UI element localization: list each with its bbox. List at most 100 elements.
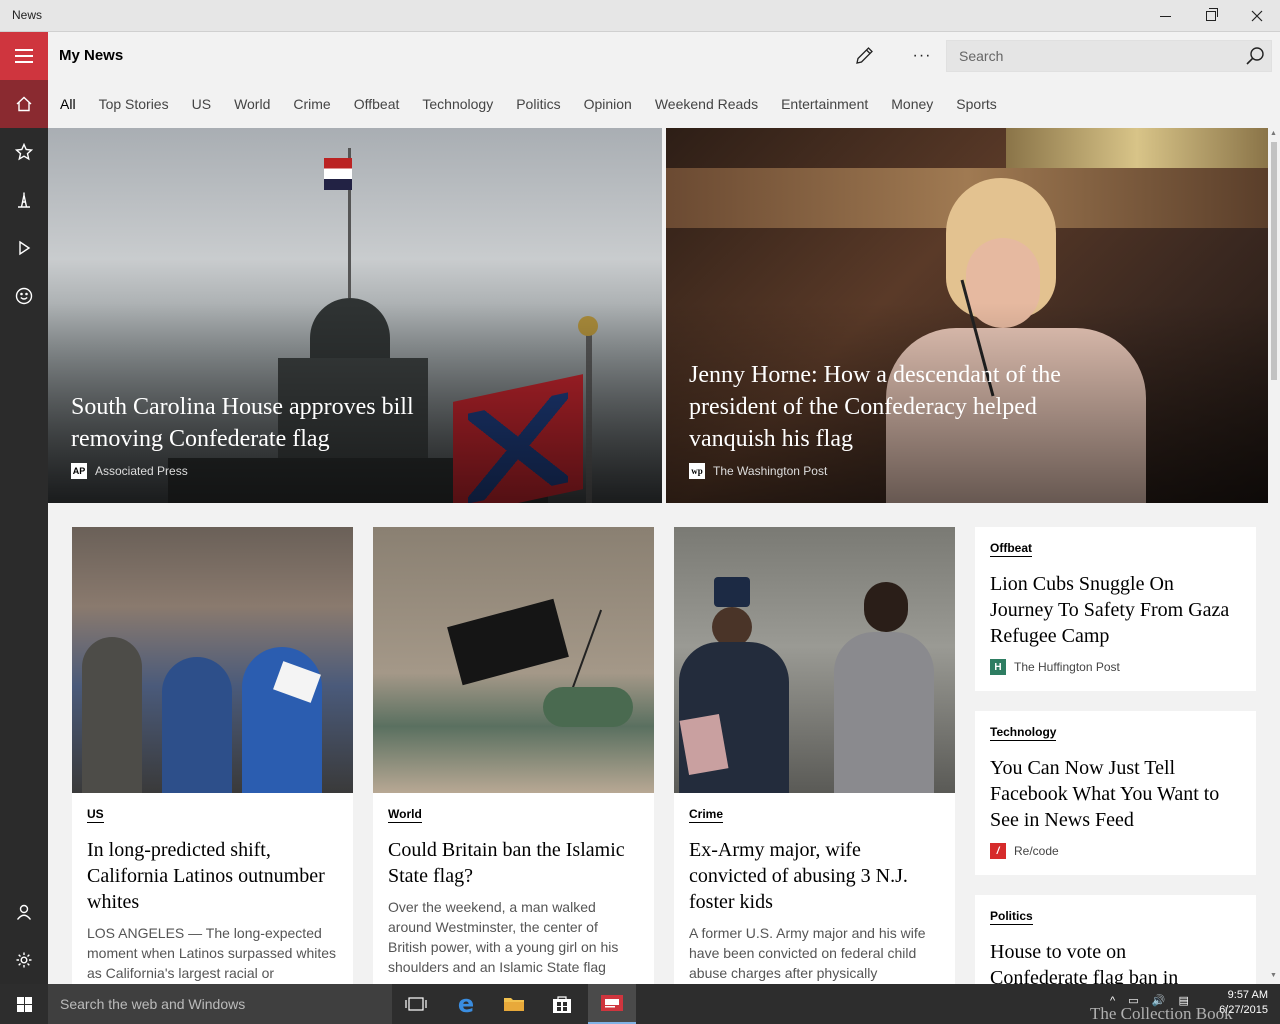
store-icon <box>553 996 571 1013</box>
restore-icon <box>1206 8 1218 21</box>
play-icon <box>19 240 31 256</box>
title-bar: News <box>0 0 1280 32</box>
hamburger-menu-button[interactable] <box>0 32 48 80</box>
gear-icon <box>16 952 32 968</box>
tab-money[interactable]: Money <box>891 96 933 112</box>
story-snippet: A former U.S. Army major and his wife ha… <box>689 925 926 981</box>
taskbar-search-input[interactable] <box>48 984 392 1024</box>
edge-browser-button[interactable]: e <box>442 984 490 1024</box>
home-icon <box>16 96 32 112</box>
scroll-up-icon[interactable]: ▲ <box>1270 130 1277 137</box>
star-icon <box>15 143 33 161</box>
landmark-icon <box>18 192 30 208</box>
folder-icon <box>504 998 524 1011</box>
close-button[interactable] <box>1234 0 1280 32</box>
file-explorer-button[interactable] <box>490 984 538 1024</box>
tab-all[interactable]: All <box>60 96 76 112</box>
story-title: House to vote on Confederate flag ban in <box>990 941 1179 984</box>
sidebar-item-interests[interactable] <box>0 272 48 320</box>
taskbar-search <box>48 984 392 1024</box>
hero-story-2[interactable]: Jenny Horne: How a descendant of the pre… <box>666 128 1268 503</box>
story-card-world[interactable]: World Could Britain ban the Islamic Stat… <box>373 527 654 987</box>
tab-technology[interactable]: Technology <box>422 96 493 112</box>
source-name: Re/code <box>1014 844 1059 858</box>
source-name: Associated Press <box>95 464 188 478</box>
tab-world[interactable]: World <box>234 96 270 112</box>
source-name: The Huffington Post <box>1014 660 1120 674</box>
search-input[interactable] <box>947 41 1237 71</box>
story-category: Crime <box>689 807 724 823</box>
sidebar-item-account[interactable] <box>0 888 48 936</box>
story-image <box>674 527 955 793</box>
close-icon <box>1251 10 1263 22</box>
store-button[interactable] <box>538 984 586 1024</box>
tab-politics[interactable]: Politics <box>516 96 560 112</box>
story-snippet: Over the weekend, a man walked around We… <box>388 899 619 975</box>
sidebar-item-videos[interactable] <box>0 224 48 272</box>
story-source: H The Huffington Post <box>990 659 1120 675</box>
recode-logo-icon: / <box>990 843 1006 859</box>
scroll-down-icon[interactable]: ▼ <box>1270 972 1277 979</box>
search-button[interactable] <box>1243 45 1267 67</box>
vertical-scrollbar[interactable]: ▲ ▼ <box>1268 128 1280 984</box>
windows-logo-icon <box>16 996 32 1012</box>
header: My News ··· <box>48 32 1280 80</box>
minimize-icon <box>1159 15 1171 17</box>
wp-logo-icon: wp <box>689 463 705 479</box>
tab-us[interactable]: US <box>192 96 211 112</box>
story-card-technology[interactable]: Technology You Can Now Just Tell Faceboo… <box>975 711 1256 875</box>
story-category: Technology <box>990 725 1057 741</box>
tab-entertainment[interactable]: Entertainment <box>781 96 868 112</box>
pencil-icon <box>856 47 873 64</box>
clock-time: 9:57 AM <box>1227 989 1268 1001</box>
scroll-thumb[interactable] <box>1271 142 1277 380</box>
tab-opinion[interactable]: Opinion <box>584 96 632 112</box>
source-name: The Washington Post <box>713 464 828 478</box>
story-card-crime[interactable]: Crime Ex-Army major, wife convicted of a… <box>674 527 955 987</box>
minimize-button[interactable] <box>1142 0 1188 32</box>
story-image <box>373 527 654 793</box>
task-view-button[interactable] <box>392 984 440 1024</box>
tab-crime[interactable]: Crime <box>293 96 330 112</box>
story-title: Lion Cubs Snuggle On Journey To Safety F… <box>990 573 1230 647</box>
edge-icon: e <box>457 990 475 1018</box>
tab-offbeat[interactable]: Offbeat <box>354 96 400 112</box>
restore-button[interactable] <box>1188 0 1234 32</box>
sidebar-item-settings[interactable] <box>0 936 48 984</box>
story-card-us[interactable]: US In long-predicted shift, California L… <box>72 527 353 987</box>
news-app-button[interactable] <box>588 984 636 1024</box>
search-box <box>946 40 1272 72</box>
tab-sports[interactable]: Sports <box>956 96 996 112</box>
page-title: My News <box>59 47 124 64</box>
task-view-icon <box>405 997 427 1011</box>
story-snippet: LOS ANGELES — The long-expected moment w… <box>87 925 337 981</box>
tab-weekend-reads[interactable]: Weekend Reads <box>655 96 758 112</box>
story-card-offbeat[interactable]: Offbeat Lion Cubs Snuggle On Journey To … <box>975 527 1256 691</box>
more-options-button[interactable]: ··· <box>902 42 942 70</box>
sidebar-item-local[interactable] <box>0 176 48 224</box>
hero-title: Jenny Horne: How a descendant of the pre… <box>689 362 1061 452</box>
story-title: You Can Now Just Tell Facebook What You … <box>990 757 1220 831</box>
story-title: Could Britain ban the Islamic State flag… <box>388 839 625 887</box>
huffington-post-logo-icon: H <box>990 659 1006 675</box>
start-button[interactable] <box>0 984 48 1024</box>
person-icon <box>16 904 32 920</box>
watermark: The Collection Book <box>1090 1004 1233 1023</box>
tab-top-stories[interactable]: Top Stories <box>99 96 169 112</box>
story-category: Politics <box>990 909 1033 925</box>
search-icon <box>1246 47 1264 65</box>
sidebar <box>0 32 48 984</box>
edit-button[interactable] <box>844 42 884 70</box>
sidebar-item-home[interactable] <box>0 80 48 128</box>
window-title: News <box>12 8 43 22</box>
story-category: Offbeat <box>990 541 1032 557</box>
story-source: / Re/code <box>990 843 1059 859</box>
news-icon <box>601 995 623 1011</box>
hero-title: South Carolina House approves bill remov… <box>71 394 414 452</box>
taskbar: e ^ ▭ 🔊 ▤ 9:57 AM 6/27/2015 <box>0 984 1280 1024</box>
story-category: US <box>87 807 104 823</box>
story-card-politics[interactable]: Politics House to vote on Confederate fl… <box>975 895 1256 984</box>
sidebar-item-favorites[interactable] <box>0 128 48 176</box>
ellipsis-icon: ··· <box>912 47 932 64</box>
hero-story-1[interactable]: South Carolina House approves bill remov… <box>48 128 662 503</box>
